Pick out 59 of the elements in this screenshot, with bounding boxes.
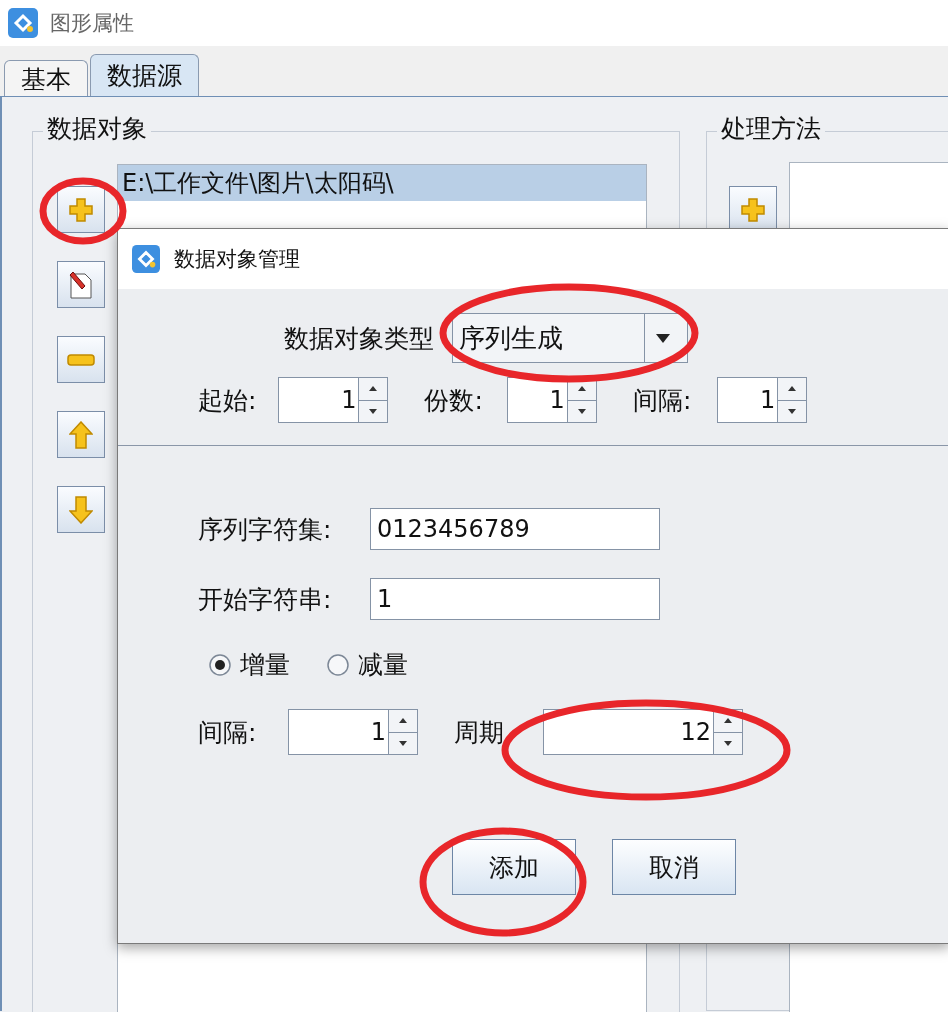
text-field[interactable]: 1	[370, 578, 660, 620]
window-title: 图形属性	[50, 10, 134, 37]
type-dropdown[interactable]: 序列生成	[452, 313, 688, 363]
field-label: 序列字符集:	[198, 513, 333, 546]
field-label: 开始字符串:	[198, 583, 333, 616]
plus-icon	[68, 196, 94, 223]
tab[interactable]: 数据源	[90, 54, 199, 96]
plus-icon	[740, 196, 766, 223]
down-caret-icon	[369, 408, 378, 414]
dropdown-arrow-icon	[656, 333, 670, 343]
minus-icon	[67, 353, 95, 366]
app-icon	[132, 245, 160, 273]
tab[interactable]: 基本	[4, 60, 88, 96]
radio-option[interactable]: 减量	[326, 648, 408, 681]
number-field[interactable]: 1	[717, 377, 778, 423]
field-label: 起始:	[198, 384, 257, 417]
dialog-title: 数据对象管理	[174, 246, 300, 273]
down-caret-icon	[788, 408, 797, 414]
decrement-button[interactable]	[778, 399, 807, 422]
number-field[interactable]: 1	[278, 377, 359, 423]
number-field[interactable]: 12	[543, 709, 713, 755]
field-label: 间隔:	[632, 384, 692, 417]
up-button[interactable]	[57, 411, 105, 458]
field-label: 数据对象类型	[284, 322, 434, 355]
radio-option[interactable]: 增量	[208, 648, 290, 681]
down-caret-icon	[577, 408, 586, 414]
decrement-button[interactable]	[389, 731, 417, 754]
text-field[interactable]: 0123456789	[370, 508, 660, 550]
increment-button[interactable]	[778, 378, 807, 400]
dialog-button[interactable]: 添加	[451, 839, 576, 895]
field-label: 间隔:	[198, 716, 258, 749]
up-caret-icon	[399, 718, 407, 724]
increment-button[interactable]	[359, 378, 388, 400]
app-icon	[8, 8, 38, 38]
dialog-button[interactable]: 取消	[611, 839, 736, 895]
field-label: 周期	[454, 716, 505, 749]
decrement-button[interactable]	[567, 399, 596, 422]
radio-label: 增量	[240, 649, 290, 681]
up-arrow-icon	[69, 420, 93, 449]
up-caret-icon	[369, 386, 378, 392]
decrement-button[interactable]	[359, 399, 388, 422]
up-caret-icon	[577, 386, 586, 392]
down-caret-icon	[724, 740, 732, 746]
plus-button[interactable]	[57, 186, 105, 233]
minus-button[interactable]	[57, 336, 105, 383]
list-item[interactable]: E:\工作文件\图片\太阳码\	[118, 165, 646, 201]
down-arrow-icon	[69, 495, 93, 524]
number-field[interactable]: 1	[506, 377, 567, 423]
field-label: 份数:	[424, 384, 483, 417]
number-field[interactable]: 1	[288, 709, 388, 755]
pencil-page-icon	[67, 269, 95, 300]
increment-button[interactable]	[389, 710, 417, 732]
down-button[interactable]	[57, 486, 105, 533]
edit-button[interactable]	[57, 261, 105, 308]
down-caret-icon	[399, 740, 407, 746]
decrement-button[interactable]	[714, 731, 742, 754]
up-caret-icon	[788, 386, 797, 392]
radio-label: 减量	[358, 649, 408, 681]
up-caret-icon	[724, 718, 732, 724]
